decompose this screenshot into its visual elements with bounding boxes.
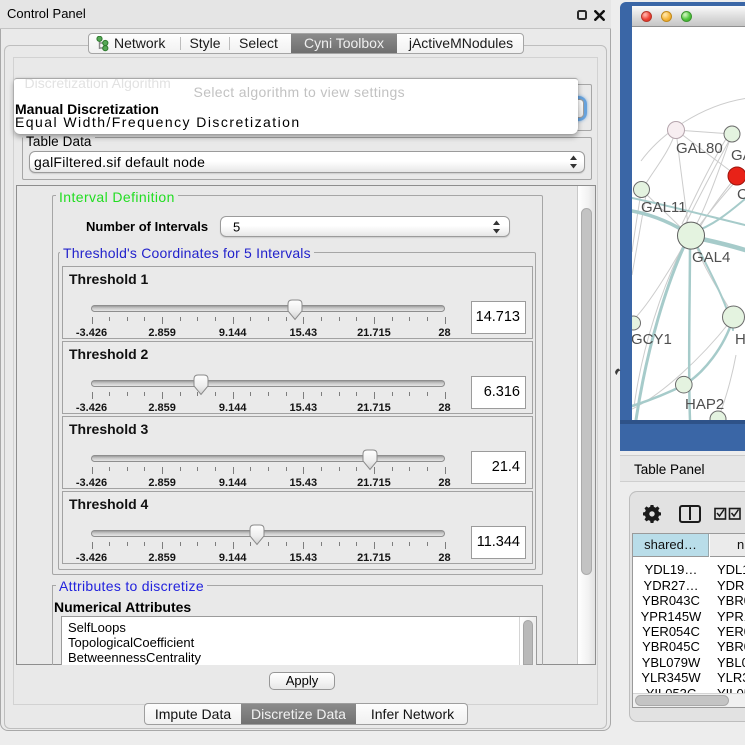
svg-text:C: C [737, 186, 745, 203]
svg-text:GA: GA [731, 147, 745, 164]
svg-text:GCY1: GCY1 [632, 331, 672, 348]
svg-text:H: H [735, 331, 745, 348]
svg-text:GAL80: GAL80 [676, 140, 723, 157]
svg-text:GAL11: GAL11 [641, 199, 687, 216]
svg-text:HAP2: HAP2 [685, 396, 724, 413]
svg-text:GAL4: GAL4 [692, 249, 730, 266]
